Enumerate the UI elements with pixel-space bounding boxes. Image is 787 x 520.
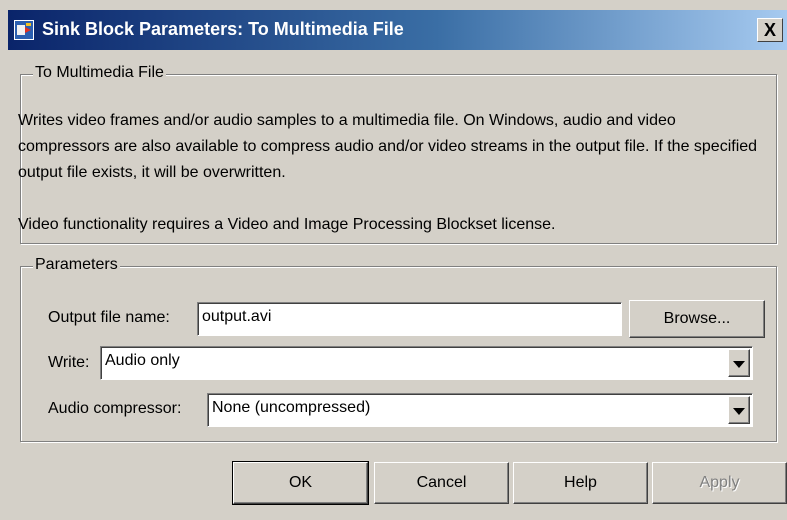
description-group-legend: To Multimedia File bbox=[33, 64, 166, 82]
browse-button[interactable]: Browse... bbox=[629, 300, 765, 338]
description-paragraph: Writes video frames and/or audio samples… bbox=[18, 112, 758, 181]
close-icon: X bbox=[763, 20, 776, 40]
output-file-label: Output file name: bbox=[48, 309, 170, 326]
close-button[interactable]: X bbox=[757, 18, 783, 42]
audio-compressor-label: Audio compressor: bbox=[48, 400, 182, 417]
audio-compressor-value: None (uncompressed) bbox=[212, 399, 371, 416]
help-label: Help bbox=[564, 474, 597, 491]
ok-label: OK bbox=[288, 474, 313, 491]
ok-button[interactable]: OK bbox=[232, 461, 369, 505]
cancel-button[interactable]: Cancel bbox=[374, 462, 509, 504]
cancel-label: Cancel bbox=[416, 474, 467, 491]
help-button[interactable]: Help bbox=[513, 462, 648, 504]
chevron-down-icon bbox=[733, 360, 745, 368]
chevron-down-icon bbox=[733, 407, 745, 415]
write-label: Write: bbox=[48, 354, 90, 371]
parameters-group-legend: Parameters bbox=[33, 256, 120, 274]
simulink-block-icon bbox=[14, 20, 34, 40]
output-file-value: output.avi bbox=[202, 308, 272, 325]
audio-compressor-dropdown-button[interactable] bbox=[728, 396, 750, 424]
title-bar[interactable]: Sink Block Parameters: To Multimedia Fil… bbox=[8, 10, 787, 50]
output-file-input[interactable]: output.avi bbox=[197, 302, 622, 336]
audio-compressor-select[interactable]: None (uncompressed) bbox=[207, 393, 753, 427]
license-note: Video functionality requires a Video and… bbox=[18, 216, 556, 233]
apply-button[interactable]: Apply bbox=[652, 462, 787, 504]
block-description: Writes video frames and/or audio samples… bbox=[18, 108, 763, 238]
write-dropdown-button[interactable] bbox=[728, 349, 750, 377]
browse-label: Browse... bbox=[663, 310, 731, 327]
write-select[interactable]: Audio only bbox=[100, 346, 753, 380]
window-title: Sink Block Parameters: To Multimedia Fil… bbox=[42, 19, 404, 39]
write-value: Audio only bbox=[105, 352, 180, 369]
apply-label: Apply bbox=[699, 474, 740, 491]
dialog-window: Sink Block Parameters: To Multimedia Fil… bbox=[0, 0, 787, 520]
